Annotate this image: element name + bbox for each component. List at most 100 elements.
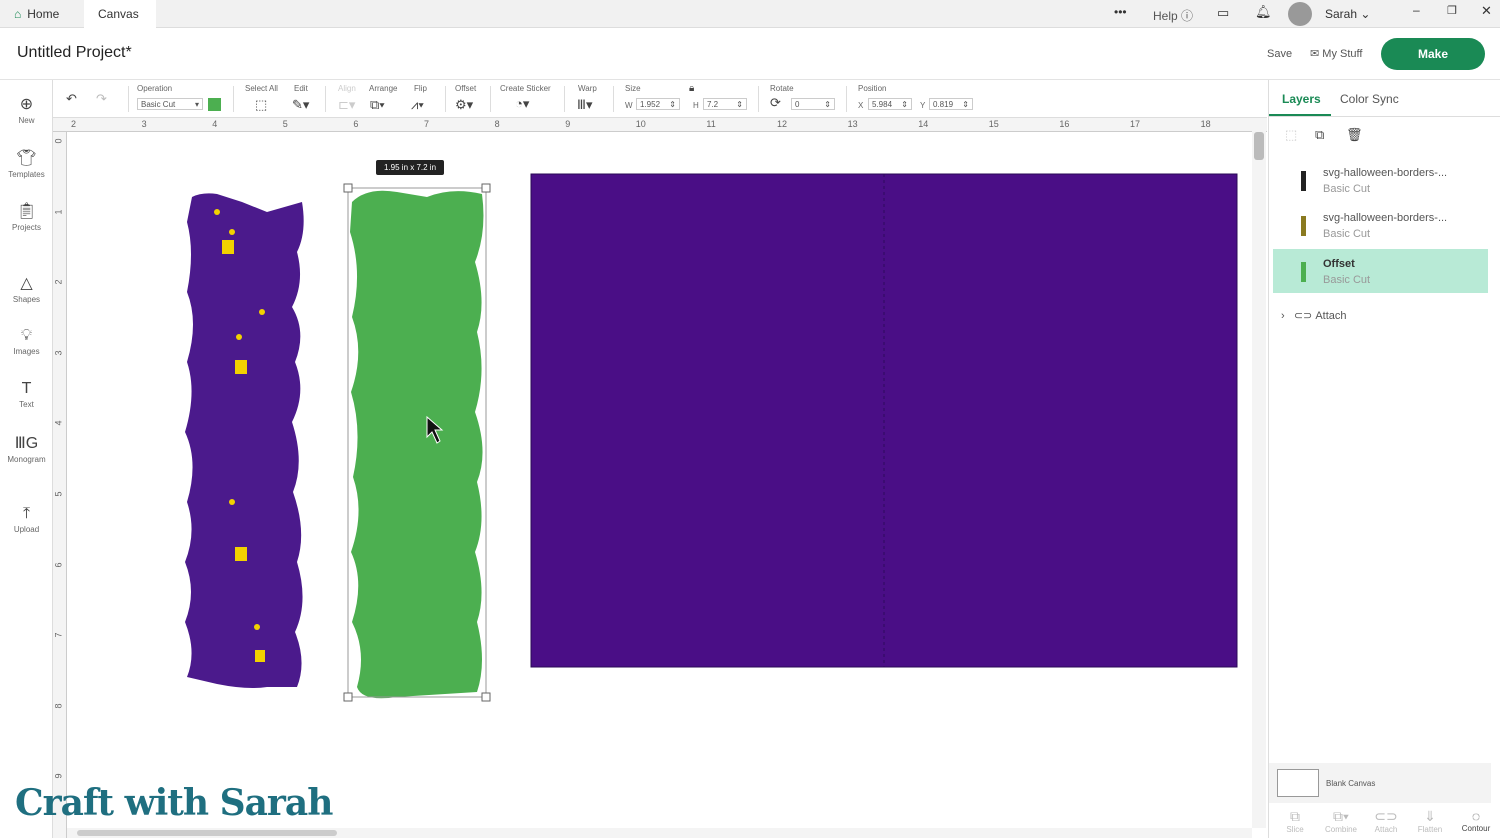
sidebar-item-new[interactable]: ⊕ New [0,94,53,125]
avatar[interactable] [1288,2,1312,26]
warp-icon[interactable]: Ⅲ▾ [577,97,593,113]
help-icon: ⓘ [1181,9,1194,23]
layer-item[interactable]: svg-halloween-borders-... Basic Cut [1273,158,1488,202]
layer-item-selected[interactable]: Offset Basic Cut [1273,249,1488,293]
sidebar-item-monogram[interactable]: ⅢG Monogram [0,433,53,464]
project-title[interactable]: Untitled Project* [17,44,132,62]
edit-toolbar: ↶ ↷ Operation Basic Cut ▾ Select All ⬚ Ed… [53,80,1267,118]
rotate-icon: ⟳ [770,95,781,110]
contour-button[interactable]: ◌ Contour [1456,808,1496,833]
attach-button[interactable]: ⊂⊃ Attach [1366,808,1406,834]
y-position-input[interactable]: 0.819 ⇕ [929,98,973,110]
arrange-icon[interactable]: ⧉▾ [370,97,385,113]
align-icon[interactable]: ⊏▾ [338,97,355,113]
layer-thumbnail [1301,216,1306,236]
flatten-icon: ⇓ [1424,808,1436,824]
sidebar-item-images[interactable]: 💡︎ Images [0,327,53,356]
shirt-icon: 👕︎ [16,150,37,167]
rotate-input[interactable]: 0 ⇕ [791,98,835,110]
close-button[interactable]: ✕ [1481,3,1492,19]
halloween-border-purple[interactable] [185,193,304,688]
flatten-button[interactable]: ⇓ Flatten [1410,808,1450,834]
user-menu[interactable]: Sarah ⌄ [1325,7,1370,21]
ruler-tick-label: 16 [1059,119,1070,129]
edit-icon[interactable]: ✎▾ [292,97,309,113]
attach-icon: ⊂⊃ [1374,808,1398,824]
sticker-icon[interactable]: ◔▾ [515,96,529,112]
select-all-icon[interactable]: ⬚ [255,97,267,113]
save-button[interactable]: Save [1267,48,1292,60]
upload-icon: ⤒ [22,505,31,522]
ruler-tick-label: 2 [53,279,64,285]
redo-icon[interactable]: ↷ [96,91,107,107]
restore-button[interactable]: ❐ [1447,4,1457,17]
ruler-tick-label: 2 [71,119,77,129]
more-button[interactable]: ••• [1114,5,1127,19]
size-tooltip: 1.95 in x 7.2 in [376,160,445,175]
ruler-tick-label: 9 [53,773,64,779]
ruler-tick-label: 7 [424,119,430,129]
mail-icon: ✉ [1310,48,1320,60]
ruler-tick-label: 1 [53,209,64,215]
horizontal-scrollbar[interactable] [67,828,1252,838]
group-icon[interactable]: ⬚ [1285,127,1297,143]
vertical-scrollbar[interactable] [1252,120,1266,828]
tab-layers[interactable]: Layers [1282,92,1321,106]
tab-home[interactable]: ⌂ Home [0,0,73,28]
flip-icon[interactable]: ⩘▾ [411,97,424,113]
plus-circle-icon: ⊕ [19,96,34,113]
ruler-tick-label: 3 [53,350,64,356]
duplicate-icon[interactable]: ⧉ [1315,127,1324,143]
contour-icon: ◌ [1471,808,1481,824]
help-button[interactable]: Help ⓘ [1153,7,1193,24]
bell-icon[interactable]: 🔔︎ [1255,4,1272,20]
sidebar-item-shapes[interactable]: △ Shapes [0,273,53,304]
chevron-right-icon: › [1281,310,1285,322]
sidebar-item-upload[interactable]: ⤒ Upload [0,505,53,534]
layer-thumbnail [1301,262,1306,282]
layer-item[interactable]: svg-halloween-borders-... Basic Cut [1273,203,1488,247]
combine-button[interactable]: ⧉▾ Combine [1321,808,1361,834]
tab-canvas[interactable]: Canvas [84,0,156,28]
width-input[interactable]: 1.952 ⇕ [636,98,680,110]
ruler-tick-label: 6 [53,562,64,568]
machine-icon[interactable]: ▭ [1217,5,1229,21]
ruler-tick-label: 8 [53,703,64,709]
slice-icon: ⧉ [1290,808,1300,824]
ruler-tick-label: 9 [565,119,571,129]
sidebar-item-text[interactable]: T Text [0,380,53,409]
height-input[interactable]: 7.2 ⇕ [703,98,747,110]
layers-panel: Layers Color Sync ⬚ ⧉ 🗑︎ svg-halloween-b… [1268,80,1500,838]
clipboard-icon: 📋︎ [16,203,37,220]
my-stuff-button[interactable]: ✉ My Stuff [1310,47,1362,60]
combine-icon: ⧉▾ [1333,808,1349,824]
blank-canvas-row[interactable]: Blank Canvas [1269,763,1491,803]
home-icon: ⌂ [14,7,22,21]
tab-color-sync[interactable]: Color Sync [1340,92,1399,106]
ruler-tick-label: 6 [353,119,359,129]
delete-icon[interactable]: 🗑︎ [1346,127,1363,143]
shapes-icon: △ [20,275,33,292]
lock-icon[interactable]: 🔒︎ [689,83,694,94]
minimize-button[interactable]: – [1413,3,1420,17]
ruler-tick-label: 10 [635,119,646,129]
canvas-thumbnail [1277,769,1319,797]
design-canvas[interactable]: 1.95 in x 7.2 in Craft with Sarah [15,132,1252,828]
sidebar-item-templates[interactable]: 👕︎ Templates [0,148,53,179]
header: Untitled Project* Save ✉ My Stuff Make [0,28,1500,80]
watermark: Craft with Sarah [15,782,333,824]
slice-button[interactable]: ⧉ Slice [1275,808,1315,834]
operation-select[interactable]: Basic Cut ▾ [137,98,203,110]
ruler-tick-label: 5 [282,119,288,129]
x-position-input[interactable]: 5.984 ⇕ [868,98,912,110]
offset-shape-green[interactable] [350,190,484,699]
ruler-tick-label: 13 [847,119,858,129]
undo-icon[interactable]: ↶ [66,91,77,107]
color-swatch[interactable] [208,98,221,111]
ruler-tick-label: 4 [212,119,218,129]
offset-icon[interactable]: ⚙▾ [455,97,473,113]
attach-group[interactable]: › ⊂⊃ Attach [1281,309,1347,322]
vertical-ruler: 0 1 2 3 4 5 6 7 8 9 [53,132,67,838]
make-button[interactable]: Make [1381,38,1485,70]
sidebar-item-projects[interactable]: 📋︎ Projects [0,201,53,232]
